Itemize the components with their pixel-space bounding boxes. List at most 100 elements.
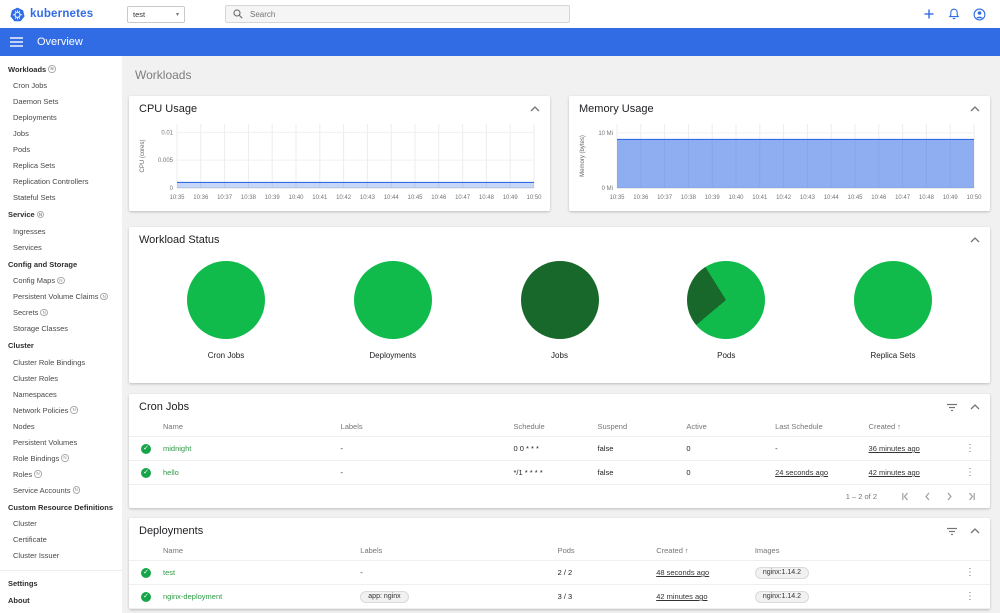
sidebar-item-cron-jobs[interactable]: Cron Jobs xyxy=(0,78,122,94)
sidebar-item-deployments[interactable]: Deployments xyxy=(0,110,122,126)
column-label: Created xyxy=(868,421,896,431)
sidebar-item-role-bindings[interactable]: Role Bindings N xyxy=(0,450,122,466)
relative-time-link[interactable]: 42 minutes ago xyxy=(656,592,707,601)
sidebar-item-cluster-roles[interactable]: Cluster Roles xyxy=(0,370,122,386)
resource-name-link[interactable]: hello xyxy=(163,468,179,477)
last-page-icon[interactable] xyxy=(967,492,976,501)
row-actions-menu-icon[interactable]: ⋮ xyxy=(962,567,978,578)
column-header-created[interactable]: Created ↑ xyxy=(869,422,962,431)
sidebar-group-cluster[interactable]: Cluster xyxy=(0,337,122,355)
sidebar-item-label: Service Accounts xyxy=(13,485,71,495)
filter-icon[interactable] xyxy=(946,403,958,412)
sidebar-item-settings[interactable]: Settings xyxy=(0,574,122,592)
kubernetes-logo[interactable]: kubernetes xyxy=(10,7,120,22)
sidebar-item-storage-classes[interactable]: Storage Classes xyxy=(0,321,122,337)
column-header-created[interactable]: Created ↑ xyxy=(656,546,755,555)
workload-pie-replica-sets: Replica Sets xyxy=(854,261,932,360)
sidebar-item-pods[interactable]: Pods xyxy=(0,142,122,158)
menu-hamburger-icon[interactable] xyxy=(10,37,23,47)
sidebar-item-services[interactable]: Services xyxy=(0,239,122,255)
pie-chart xyxy=(520,261,599,339)
sidebar-group-custom-resource-definitions[interactable]: Custom Resource Definitions xyxy=(0,498,122,516)
resource-name-link[interactable]: nginx-deployment xyxy=(163,592,222,601)
search-bar[interactable] xyxy=(225,5,570,23)
relative-time-link[interactable]: 36 minutes ago xyxy=(869,444,920,453)
sidebar-item-stateful-sets[interactable]: Stateful Sets xyxy=(0,190,122,206)
pie-chart-label: Deployments xyxy=(369,351,417,360)
notifications-bell-icon[interactable] xyxy=(948,8,960,20)
sidebar-item-roles[interactable]: Roles N xyxy=(0,466,122,482)
column-header-pods[interactable]: Pods xyxy=(558,546,657,555)
sidebar-item-persistent-volumes[interactable]: Persistent Volumes xyxy=(0,434,122,450)
sidebar-item-cluster[interactable]: Cluster xyxy=(0,516,122,532)
sidebar-item-jobs[interactable]: Jobs xyxy=(0,126,122,142)
sidebar-item-config-maps[interactable]: Config Maps N xyxy=(0,273,122,289)
sidebar-item-replication-controllers[interactable]: Replication Controllers xyxy=(0,174,122,190)
collapse-chevron-icon[interactable] xyxy=(970,403,980,411)
first-page-icon[interactable] xyxy=(901,492,910,501)
sidebar-item-replica-sets[interactable]: Replica Sets xyxy=(0,158,122,174)
sidebar-item-certificate[interactable]: Certificate xyxy=(0,532,122,548)
collapse-chevron-icon[interactable] xyxy=(970,527,980,535)
sidebar-item-ingresses[interactable]: Ingresses xyxy=(0,223,122,239)
sidebar-item-label: Certificate xyxy=(13,535,47,544)
relative-time-link[interactable]: 24 seconds ago xyxy=(775,468,828,477)
sidebar-item-namespaces[interactable]: Namespaces xyxy=(0,386,122,402)
user-account-icon[interactable] xyxy=(973,8,986,21)
column-header-suspend[interactable]: Suspend xyxy=(598,422,687,431)
column-header-active[interactable]: Active xyxy=(686,422,775,431)
filter-icon[interactable] xyxy=(946,527,958,536)
relative-time-link[interactable]: 48 seconds ago xyxy=(656,568,709,577)
search-input[interactable] xyxy=(250,9,562,19)
sidebar-item-label: Cluster Issuer xyxy=(13,551,60,560)
sidebar-item-cluster-role-bindings[interactable]: Cluster Role Bindings xyxy=(0,354,122,370)
column-header-labels[interactable]: Labels xyxy=(360,546,557,555)
column-header-last-schedule[interactable]: Last Schedule xyxy=(775,422,868,431)
relative-time-link[interactable]: 42 minutes ago xyxy=(869,468,920,477)
sidebar-group-workloads[interactable]: Workloads N xyxy=(0,60,122,78)
column-header-images[interactable]: Images xyxy=(755,546,962,555)
column-header-name[interactable]: Name xyxy=(163,422,341,431)
sidebar-item-secrets[interactable]: Secrets N xyxy=(0,305,122,321)
collapse-chevron-icon[interactable] xyxy=(530,105,540,113)
next-page-icon[interactable] xyxy=(945,492,954,501)
sidebar-item-nodes[interactable]: Nodes xyxy=(0,418,122,434)
memory-usage-title: Memory Usage xyxy=(579,103,654,115)
sidebar-group-label: Cluster xyxy=(8,341,34,350)
resource-name-link[interactable]: midnight xyxy=(163,444,191,453)
row-actions-menu-icon[interactable]: ⋮ xyxy=(962,443,978,454)
row-actions-menu-icon[interactable]: ⋮ xyxy=(962,591,978,602)
deployments-title: Deployments xyxy=(139,525,204,537)
usage-charts-row: CPU Usage 0 0.005 0.01 10:35 10:36 10:37 10:38… xyxy=(129,96,990,211)
cell-text: 0 0 * * * xyxy=(513,444,539,453)
namespace-selector[interactable]: test ▾ xyxy=(127,5,185,23)
previous-page-icon[interactable] xyxy=(923,492,932,501)
column-label: Last Schedule xyxy=(775,421,823,431)
sidebar-group-config-and-storage[interactable]: Config and Storage xyxy=(0,255,122,273)
workload-status-pies: Cron Jobs Deployments Jobs Pods Replica Sets xyxy=(129,249,990,360)
sidebar-item-cluster-issuer[interactable]: Cluster Issuer xyxy=(0,548,122,564)
x-tick-label: 10:42 xyxy=(336,195,352,201)
sidebar-group-service[interactable]: Service N xyxy=(0,206,122,224)
sidebar-item-network-policies[interactable]: Network Policies N xyxy=(0,402,122,418)
sidebar-item-persistent-volume-claims[interactable]: Persistent Volume Claims N xyxy=(0,289,122,305)
pie-chart xyxy=(854,261,932,339)
cell-text: - xyxy=(360,568,363,577)
resource-name-link[interactable]: test xyxy=(163,568,175,577)
collapse-chevron-icon[interactable] xyxy=(970,236,980,244)
sidebar-item-about[interactable]: About xyxy=(0,592,122,610)
column-header-schedule[interactable]: Schedule xyxy=(513,422,597,431)
row-actions-menu-icon[interactable]: ⋮ xyxy=(962,467,978,478)
sidebar-item-daemon-sets[interactable]: Daemon Sets xyxy=(0,94,122,110)
label-chip[interactable]: app: nginx xyxy=(360,590,409,603)
label-chip[interactable]: nginx:1.14.2 xyxy=(754,590,809,603)
namespaced-badge: N xyxy=(100,292,108,301)
create-resource-plus-icon[interactable] xyxy=(923,8,935,20)
column-header-labels[interactable]: Labels xyxy=(341,422,514,431)
label-chip[interactable]: nginx:1.14.2 xyxy=(754,566,809,579)
deployments-cell-images: nginx:1.14.2 xyxy=(754,566,962,579)
column-header-name[interactable]: Name xyxy=(163,546,360,555)
collapse-chevron-icon[interactable] xyxy=(970,105,980,113)
deployments-cell-labels: - xyxy=(360,568,557,577)
sidebar-item-service-accounts[interactable]: Service Accounts N xyxy=(0,482,122,498)
